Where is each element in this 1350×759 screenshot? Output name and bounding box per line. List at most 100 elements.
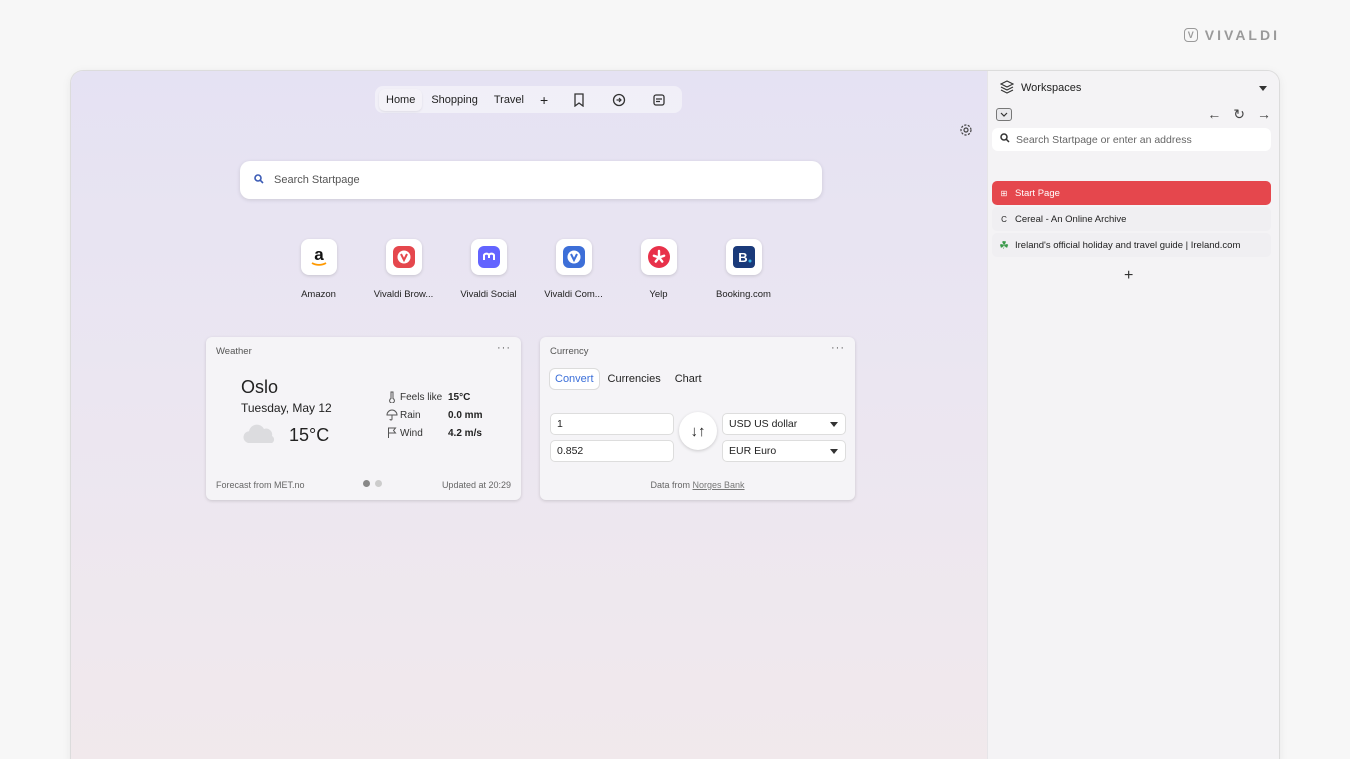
chevron-down-icon [1259, 85, 1267, 91]
panel-navigation: ← ↻ → [1207, 106, 1271, 123]
booking-icon: B [725, 239, 762, 275]
currency-tabs: Convert Currencies Chart [550, 369, 707, 389]
weather-row-wind: Wind 4.2 m/s [384, 424, 482, 442]
weather-row-value: 4.2 m/s [448, 427, 482, 439]
speed-dial-vivaldi-social[interactable]: Vivaldi Social [446, 239, 531, 300]
vivaldi-logo-icon: V [1183, 28, 1198, 42]
cloud-icon [242, 423, 278, 450]
weather-row-rain: Rain 0.0 mm [384, 406, 482, 424]
speed-dials: a Amazon Vivaldi Brow... Vivaldi Social [276, 239, 786, 300]
widget-title: Weather [216, 346, 252, 357]
start-page-nav: Home Shopping Travel + [375, 86, 683, 113]
pager-dot-active[interactable] [363, 480, 370, 487]
back-arrow-icon[interactable]: ← [1207, 106, 1221, 123]
weather-city: Oslo [241, 377, 279, 397]
swap-currencies-button[interactable]: ↓↑ [679, 412, 717, 450]
tab-title: Start Page [1015, 187, 1060, 199]
currency-widget: Currency ··· Convert Currencies Chart 1 … [540, 337, 855, 500]
weather-temperature: 15°C [289, 425, 330, 445]
speed-dial-label: Yelp [649, 289, 668, 300]
weather-row-label: Rain [400, 409, 421, 421]
bookmark-icon[interactable] [560, 92, 598, 107]
workspaces-icon [999, 79, 1015, 97]
tab-chart[interactable]: Chart [670, 369, 707, 389]
nav-tab-shopping[interactable]: Shopping [424, 89, 485, 111]
currency-source-prefix: Data from [650, 480, 690, 490]
amount-from-input[interactable]: 1 [550, 413, 674, 435]
search-placeholder: Search Startpage [274, 174, 360, 186]
panel-menu-button[interactable] [996, 107, 1012, 121]
speed-dial-vivaldi-browser[interactable]: Vivaldi Brow... [361, 239, 446, 300]
widget-menu-button[interactable]: ··· [831, 342, 845, 354]
weather-widget: Weather ··· Oslo Tuesday, May 12 15°C Fe… [206, 337, 521, 500]
flag-icon [384, 427, 400, 439]
svg-text:B: B [738, 250, 747, 265]
history-icon[interactable] [600, 93, 638, 107]
browser-window: Home Shopping Travel + Search Startpage [71, 71, 1279, 759]
startpage-search-input[interactable]: Search Startpage [240, 161, 822, 199]
new-tab-button[interactable]: + [1124, 267, 1133, 285]
panel-toolbar: ← ↻ → [996, 106, 1271, 122]
start-page: Home Shopping Travel + Search Startpage [71, 71, 987, 759]
tab-convert[interactable]: Convert [550, 369, 599, 389]
norges-bank-link[interactable]: Norges Bank [693, 480, 745, 490]
shamrock-icon: ☘ [999, 239, 1009, 252]
vivaldi-icon [385, 239, 422, 275]
tab-currencies[interactable]: Currencies [603, 369, 666, 389]
vivaldi-brand: V VIVALDI [1183, 27, 1280, 43]
weather-source: Forecast from MET.no [216, 480, 305, 490]
mastodon-icon [470, 239, 507, 275]
cereal-favicon-icon: C [1001, 214, 1007, 224]
vivaldi-community-icon [555, 239, 592, 275]
svg-text:a: a [314, 245, 324, 264]
weather-row-value: 0.0 mm [448, 409, 483, 421]
amazon-icon: a [300, 239, 337, 275]
address-placeholder: Search Startpage or enter an address [1016, 133, 1192, 146]
weather-date: Tuesday, May 12 [241, 401, 332, 415]
tab-list: ⊞ Start Page C Cereal - An Online Archiv… [992, 181, 1271, 259]
workspaces-selector[interactable]: Workspaces [999, 79, 1267, 97]
nav-tab-travel[interactable]: Travel [487, 89, 531, 111]
address-field[interactable]: Search Startpage or enter an address [992, 128, 1271, 151]
forward-arrow-icon[interactable]: → [1257, 106, 1271, 123]
speed-dial-amazon[interactable]: a Amazon [276, 239, 361, 300]
widget-menu-button[interactable]: ··· [497, 342, 511, 354]
add-group-button[interactable]: + [533, 92, 558, 108]
weather-updated: Updated at 20:29 [441, 480, 511, 490]
reading-list-icon[interactable] [640, 93, 678, 107]
start-page-grid-icon: ⊞ [1000, 188, 1008, 198]
tab-ireland[interactable]: ☘ Ireland's official holiday and travel … [992, 233, 1271, 257]
search-icon [1000, 133, 1010, 146]
speed-dial-label: Amazon [301, 289, 336, 300]
tab-title: Ireland's official holiday and travel gu… [1015, 239, 1241, 251]
nav-tab-home[interactable]: Home [379, 88, 423, 111]
amount-to-input[interactable]: 0.852 [550, 440, 674, 462]
yelp-icon [640, 239, 677, 275]
speed-dial-label: Vivaldi Com... [544, 289, 603, 300]
speed-dial-yelp[interactable]: Yelp [616, 239, 701, 300]
brand-name: VIVALDI [1204, 27, 1280, 43]
tab-cereal-archive[interactable]: C Cereal - An Online Archive [992, 207, 1271, 231]
pager-dot[interactable] [375, 480, 382, 487]
speed-dial-booking[interactable]: B Booking.com [701, 239, 786, 300]
tab-title: Cereal - An Online Archive [1015, 213, 1127, 225]
speed-dial-vivaldi-community[interactable]: Vivaldi Com... [531, 239, 616, 300]
settings-gear-icon[interactable] [959, 123, 973, 137]
weather-row-label: Feels like [400, 391, 443, 403]
weather-pager [363, 480, 382, 487]
speed-dial-label: Booking.com [716, 289, 771, 300]
search-icon [254, 171, 264, 189]
currency-source: Data from Norges Bank [540, 480, 855, 490]
weather-details: Feels like 15°C Rain 0.0 mm Wind 4.2 m/s [384, 388, 482, 442]
umbrella-icon [384, 409, 400, 421]
speed-dial-label: Vivaldi Social [460, 289, 517, 300]
window-panel: Workspaces ← ↻ → Search Startpage or ent… [987, 71, 1279, 759]
speed-dial-label: Vivaldi Brow... [373, 289, 434, 300]
widget-title: Currency [550, 346, 589, 357]
weather-row-label: Wind [400, 427, 423, 439]
to-currency-select[interactable]: EUR Euro [722, 440, 846, 462]
weather-row-feels-like: Feels like 15°C [384, 388, 482, 406]
reload-icon[interactable]: ↻ [1233, 106, 1245, 123]
from-currency-select[interactable]: USD US dollar [722, 413, 846, 435]
tab-start-page[interactable]: ⊞ Start Page [992, 181, 1271, 205]
